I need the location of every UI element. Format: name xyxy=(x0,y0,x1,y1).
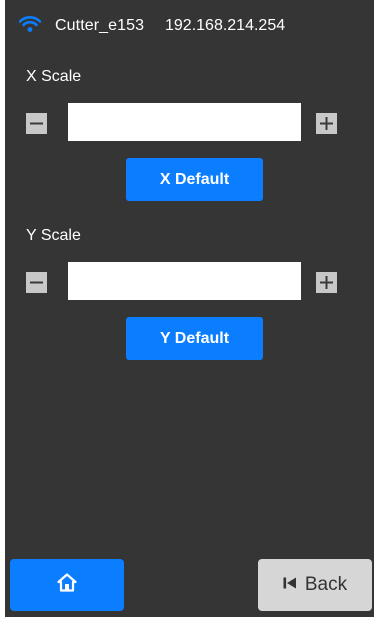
y-scale-label: Y Scale xyxy=(26,227,81,244)
plus-icon xyxy=(320,276,333,289)
status-bar: Cutter_e153 192.168.214.254 xyxy=(5,0,374,56)
x-scale-increment-button[interactable] xyxy=(316,113,337,134)
home-icon xyxy=(57,573,77,597)
x-scale-input[interactable] xyxy=(68,103,301,141)
scale-settings-screen: Cutter_e153 192.168.214.254 X Scale X De… xyxy=(5,0,374,617)
ip-address: 192.168.214.254 xyxy=(165,17,286,34)
back-label: Back xyxy=(304,574,348,595)
minus-icon xyxy=(30,276,43,289)
back-button[interactable]: Back xyxy=(258,559,372,611)
wifi-icon xyxy=(18,15,42,33)
home-button[interactable] xyxy=(10,559,124,611)
skip-back-icon xyxy=(283,574,297,596)
minus-icon xyxy=(30,117,43,130)
y-scale-increment-button[interactable] xyxy=(316,272,337,293)
device-name: Cutter_e153 xyxy=(55,17,145,34)
y-scale-input[interactable] xyxy=(68,262,301,300)
y-scale-decrement-button[interactable] xyxy=(26,272,47,293)
x-default-button[interactable]: X Default xyxy=(126,158,263,201)
y-default-button[interactable]: Y Default xyxy=(126,317,263,360)
plus-icon xyxy=(320,117,333,130)
x-scale-label: X Scale xyxy=(26,68,82,85)
x-scale-decrement-button[interactable] xyxy=(26,113,47,134)
